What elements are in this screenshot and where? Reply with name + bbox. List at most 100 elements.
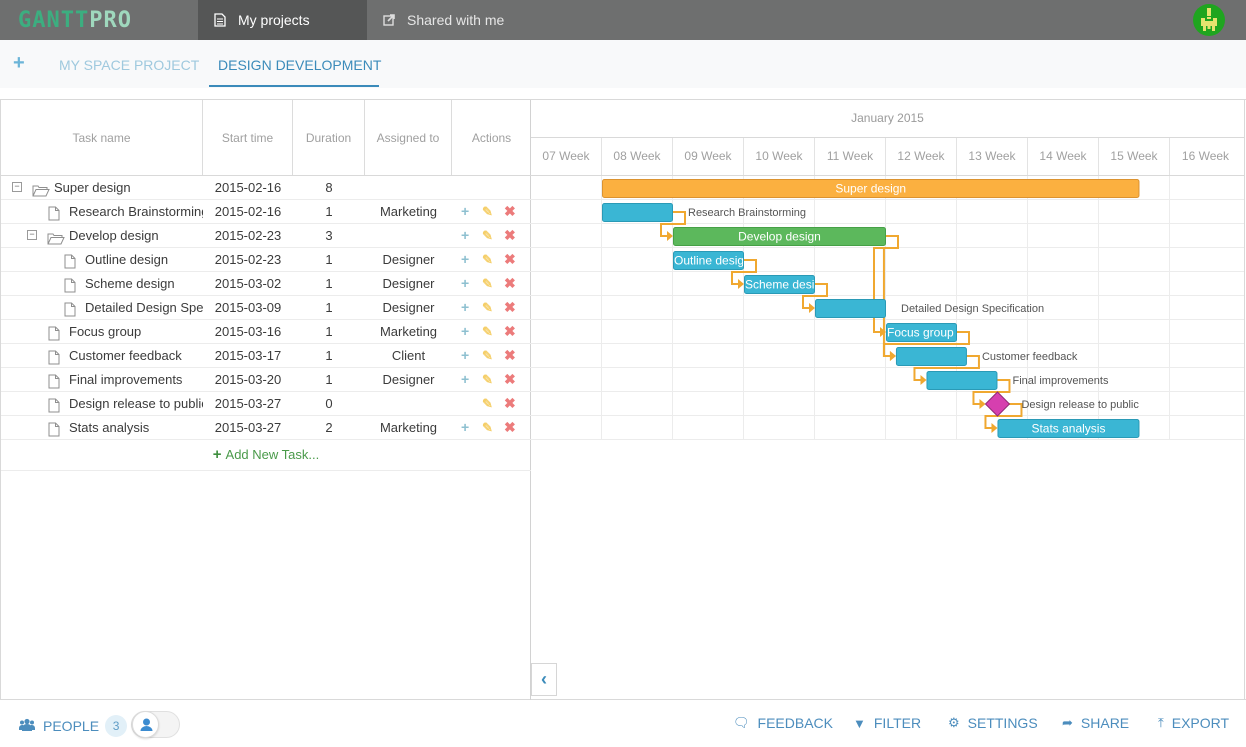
delete-icon[interactable]: ✖ — [504, 272, 516, 295]
edit-icon[interactable]: ✎ — [482, 416, 493, 439]
cell-task-name[interactable]: Customer feedback — [1, 344, 203, 367]
column-header-assigned-to[interactable]: Assigned to — [365, 100, 452, 175]
cell-task-name[interactable]: − Super design — [1, 176, 203, 199]
cell-task-name[interactable]: Focus group — [1, 320, 203, 343]
add-subtask-button[interactable]: + — [461, 224, 469, 247]
cell-start-time[interactable]: 2015-03-02 — [203, 272, 293, 295]
cell-duration[interactable]: 1 — [293, 344, 365, 367]
cell-start-time[interactable]: 2015-03-09 — [203, 296, 293, 319]
cell-task-name[interactable]: Design release to public — [1, 392, 203, 415]
cell-assigned-to[interactable]: Designer — [365, 248, 452, 271]
cell-assigned-to[interactable]: Marketing — [365, 200, 452, 223]
cell-start-time[interactable]: 2015-03-27 — [203, 392, 293, 415]
add-subtask-button[interactable]: + — [461, 344, 469, 367]
table-row[interactable]: − Develop design 2015-02-23 3 + ✎ ✖ — [1, 224, 531, 248]
cell-assigned-to[interactable]: Designer — [365, 272, 452, 295]
table-row[interactable]: Customer feedback 2015-03-17 1 Client + ✎ ✖ — [1, 344, 531, 368]
edit-icon[interactable]: ✎ — [482, 224, 493, 247]
add-subtask-button[interactable]: + — [461, 296, 469, 319]
column-header-duration[interactable]: Duration — [293, 100, 365, 175]
table-row[interactable]: Outline design 2015-02-23 1 Designer + ✎ ✖ — [1, 248, 531, 272]
cell-assigned-to[interactable] — [365, 176, 452, 199]
add-subtask-button[interactable]: + — [461, 248, 469, 271]
cell-assigned-to[interactable] — [365, 224, 452, 247]
edit-icon[interactable]: ✎ — [482, 296, 493, 319]
cell-assigned-to[interactable]: Designer — [365, 296, 452, 319]
add-subtask-button[interactable]: + — [461, 416, 469, 439]
add-subtask-button[interactable]: + — [461, 272, 469, 295]
cell-duration[interactable]: 8 — [293, 176, 365, 199]
edit-icon[interactable]: ✎ — [482, 368, 493, 391]
cell-start-time[interactable]: 2015-02-16 — [203, 200, 293, 223]
delete-icon[interactable]: ✖ — [504, 392, 516, 415]
cell-assigned-to[interactable]: Marketing — [365, 320, 452, 343]
cell-duration[interactable]: 1 — [293, 296, 365, 319]
edit-icon[interactable]: ✎ — [482, 200, 493, 223]
tab-my-space-project[interactable]: MY SPACE PROJECT — [59, 57, 199, 73]
delete-icon[interactable]: ✖ — [504, 416, 516, 439]
cell-task-name[interactable]: Stats analysis — [1, 416, 203, 439]
cell-start-time[interactable]: 2015-03-20 — [203, 368, 293, 391]
table-row[interactable]: Design release to public 2015-03-27 0 ✎ ✖ — [1, 392, 531, 416]
cell-task-name[interactable]: Final improvements — [1, 368, 203, 391]
edit-icon[interactable]: ✎ — [482, 248, 493, 271]
collapse-toggle-icon[interactable]: − — [27, 230, 37, 240]
collapse-toggle-icon[interactable]: − — [12, 182, 22, 192]
collapse-grid-button[interactable]: ‹ — [531, 663, 557, 696]
delete-icon[interactable]: ✖ — [504, 320, 516, 343]
table-row[interactable]: Research Brainstorming 2015-02-16 1 Marketi… — [1, 200, 531, 224]
delete-icon[interactable]: ✖ — [504, 248, 516, 271]
cell-start-time[interactable]: 2015-03-16 — [203, 320, 293, 343]
cell-assigned-to[interactable]: Marketing — [365, 416, 452, 439]
table-row[interactable]: Final improvements 2015-03-20 1 Designer + ✎ ✖ — [1, 368, 531, 392]
cell-start-time[interactable]: 2015-03-17 — [203, 344, 293, 367]
cell-task-name[interactable]: Outline design — [1, 248, 203, 271]
add-subtask-button[interactable]: + — [461, 368, 469, 391]
cell-start-time[interactable]: 2015-02-23 — [203, 248, 293, 271]
cell-task-name[interactable]: Research Brainstorming — [1, 200, 203, 223]
add-subtask-button[interactable]: + — [461, 320, 469, 343]
cell-duration[interactable]: 1 — [293, 200, 365, 223]
cell-assigned-to[interactable]: Client — [365, 344, 452, 367]
add-new-task-button[interactable]: + Add New Task... — [1, 440, 531, 471]
table-row[interactable]: Scheme design 2015-03-02 1 Designer + ✎ ✖ — [1, 272, 531, 296]
export-button[interactable]: ⤒ EXPORT — [1158, 715, 1229, 731]
edit-icon[interactable]: ✎ — [482, 344, 493, 367]
column-header-task-name[interactable]: Task name — [1, 100, 203, 175]
edit-icon[interactable]: ✎ — [482, 272, 493, 295]
settings-button[interactable]: ⚙ SETTINGS — [948, 715, 1038, 731]
cell-start-time[interactable]: 2015-02-23 — [203, 224, 293, 247]
people-button[interactable]: PEOPLE 3 — [19, 715, 128, 737]
delete-icon[interactable]: ✖ — [504, 200, 516, 223]
table-row[interactable]: Stats analysis 2015-03-27 2 Marketing + ✎ ✖ — [1, 416, 531, 440]
add-subtask-button[interactable]: + — [461, 200, 469, 223]
add-project-button[interactable]: + — [13, 52, 25, 75]
share-button[interactable]: ➦ SHARE — [1062, 715, 1129, 731]
logo[interactable]: GANTTPRO — [18, 8, 132, 33]
table-row[interactable]: Detailed Design Specification2015-03-091… — [1, 296, 531, 320]
nav-tab-shared-with-me[interactable]: Shared with me — [367, 0, 504, 40]
tab-design-development[interactable]: DESIGN DEVELOPMENT — [218, 57, 381, 73]
cell-duration[interactable]: 1 — [293, 368, 365, 391]
filter-button[interactable]: ▼ FILTER — [853, 715, 921, 731]
delete-icon[interactable]: ✖ — [504, 224, 516, 247]
cell-duration[interactable]: 2 — [293, 416, 365, 439]
cell-duration[interactable]: 1 — [293, 248, 365, 271]
cell-assigned-to[interactable] — [365, 392, 452, 415]
cell-start-time[interactable]: 2015-02-16 — [203, 176, 293, 199]
nav-tab-my-projects[interactable]: My projects — [198, 0, 367, 40]
table-row[interactable]: − Super design 2015-02-16 8 — [1, 176, 531, 200]
cell-duration[interactable]: 3 — [293, 224, 365, 247]
cell-assigned-to[interactable]: Designer — [365, 368, 452, 391]
cell-start-time[interactable]: 2015-03-27 — [203, 416, 293, 439]
user-avatar[interactable] — [1193, 4, 1225, 36]
table-row[interactable]: Focus group 2015-03-16 1 Marketing + ✎ ✖ — [1, 320, 531, 344]
cell-duration[interactable]: 1 — [293, 272, 365, 295]
cell-duration[interactable]: 1 — [293, 320, 365, 343]
cell-task-name[interactable]: Detailed Design Specification — [1, 296, 203, 319]
column-header-start-time[interactable]: Start time — [203, 100, 293, 175]
delete-icon[interactable]: ✖ — [504, 368, 516, 391]
edit-icon[interactable]: ✎ — [482, 320, 493, 343]
edit-icon[interactable]: ✎ — [482, 392, 493, 415]
people-view-toggle[interactable] — [131, 711, 180, 738]
